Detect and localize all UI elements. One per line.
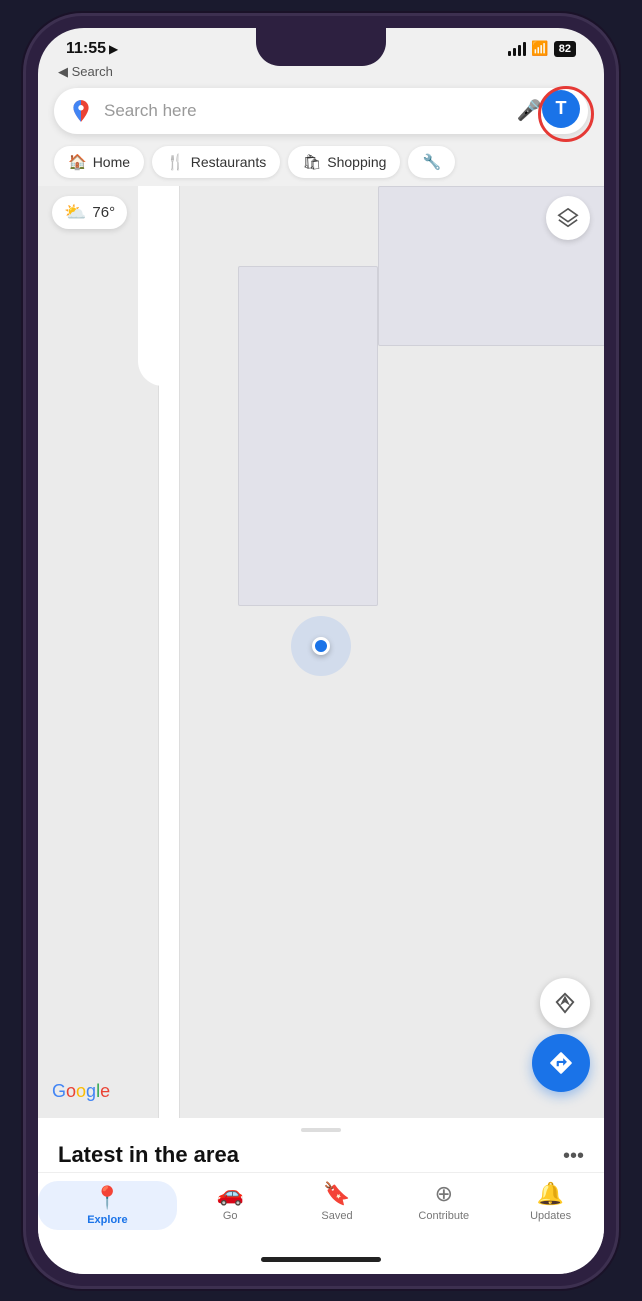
layers-button[interactable] — [546, 196, 590, 240]
nav-item-contribute[interactable]: ⊕ Contribute — [390, 1181, 497, 1230]
pill-restaurants-label: Restaurants — [191, 154, 266, 170]
tools-icon: 🔧 — [422, 153, 441, 171]
pill-more[interactable]: 🔧 — [408, 146, 455, 178]
notch — [256, 28, 386, 66]
weather-badge[interactable]: ⛅ 76° — [52, 196, 127, 229]
bottom-sheet: Latest in the area ••• — [38, 1118, 604, 1172]
location-marker — [291, 616, 351, 676]
search-input-placeholder[interactable]: Search here — [104, 101, 507, 121]
navigation-arrow-icon: ▶ — [109, 42, 118, 56]
wifi-icon: 📶 — [531, 40, 548, 57]
restaurants-icon: 🍴 — [166, 153, 185, 171]
pill-shopping[interactable]: 🛍 Shopping — [288, 146, 400, 178]
signal-bar-4 — [523, 42, 526, 56]
search-bar[interactable]: Search here 🎤 📷 — [54, 88, 588, 134]
location-dot — [312, 637, 330, 655]
weather-icon: ⛅ — [64, 202, 86, 223]
saved-icon: 🔖 — [323, 1181, 350, 1207]
nav-item-updates[interactable]: 🔔 Updates — [497, 1181, 604, 1230]
time-display: 11:55 — [66, 40, 106, 58]
map-area[interactable]: ⛅ 76° — [38, 186, 604, 1118]
home-bar — [38, 1246, 604, 1274]
go-label: Go — [223, 1210, 238, 1222]
contribute-icon: ⊕ — [435, 1181, 453, 1207]
directions-icon — [548, 1050, 574, 1076]
updates-icon: 🔔 — [537, 1181, 564, 1207]
nav-item-go[interactable]: 🚗 Go — [177, 1181, 284, 1230]
phone-frame: 11:55 ▶ 📶 82 ◀ Search — [26, 16, 616, 1286]
google-logo: Google — [52, 1081, 110, 1102]
directions-fab[interactable] — [532, 1034, 590, 1092]
back-label: ◀ Search — [58, 64, 113, 80]
more-options-button[interactable]: ••• — [563, 1145, 584, 1168]
category-pills: 🏠 Home 🍴 Restaurants 🛍 Shopping 🔧 — [38, 142, 604, 186]
phone-screen: 11:55 ▶ 📶 82 ◀ Search — [38, 28, 604, 1274]
contribute-label: Contribute — [418, 1210, 469, 1222]
home-indicator — [261, 1257, 381, 1262]
pill-home[interactable]: 🏠 Home — [54, 146, 144, 178]
nav-item-saved[interactable]: 🔖 Saved — [284, 1181, 391, 1230]
shopping-icon: 🛍 — [302, 153, 321, 171]
home-icon: 🏠 — [68, 153, 87, 171]
compass-icon — [554, 992, 576, 1014]
search-area: Search here 🎤 📷 T — [38, 82, 604, 142]
navigation-button[interactable] — [540, 978, 590, 1028]
bottom-sheet-handle — [301, 1128, 341, 1132]
avatar-button[interactable]: T — [542, 90, 580, 128]
avatar-letter: T — [556, 98, 567, 119]
pill-shopping-label: Shopping — [327, 154, 386, 170]
explore-label: Explore — [87, 1214, 127, 1226]
updates-label: Updates — [530, 1210, 571, 1222]
building-block-main — [238, 266, 378, 606]
explore-icon: 📍 — [94, 1185, 121, 1211]
pill-home-label: Home — [93, 154, 130, 170]
weather-temp: 76° — [92, 204, 115, 221]
bottom-sheet-title: Latest in the area — [58, 1142, 239, 1168]
bottom-navigation: 📍 Explore 🚗 Go 🔖 Saved ⊕ Contribute 🔔 Up… — [38, 1172, 604, 1246]
go-icon: 🚗 — [216, 1181, 243, 1207]
road-curve — [138, 186, 163, 386]
saved-label: Saved — [321, 1210, 352, 1222]
signal-bar-3 — [518, 45, 521, 56]
status-icons: 📶 82 — [508, 40, 576, 57]
signal-bar-2 — [513, 48, 516, 56]
microphone-icon[interactable]: 🎤 — [517, 98, 542, 123]
google-maps-logo — [68, 98, 94, 124]
status-time: 11:55 ▶ — [66, 40, 118, 58]
signal-bars — [508, 42, 526, 56]
layers-icon — [557, 207, 579, 229]
nav-item-explore[interactable]: 📍 Explore — [38, 1181, 177, 1230]
battery-indicator: 82 — [554, 41, 576, 57]
pill-restaurants[interactable]: 🍴 Restaurants — [152, 146, 280, 178]
signal-bar-1 — [508, 51, 511, 56]
